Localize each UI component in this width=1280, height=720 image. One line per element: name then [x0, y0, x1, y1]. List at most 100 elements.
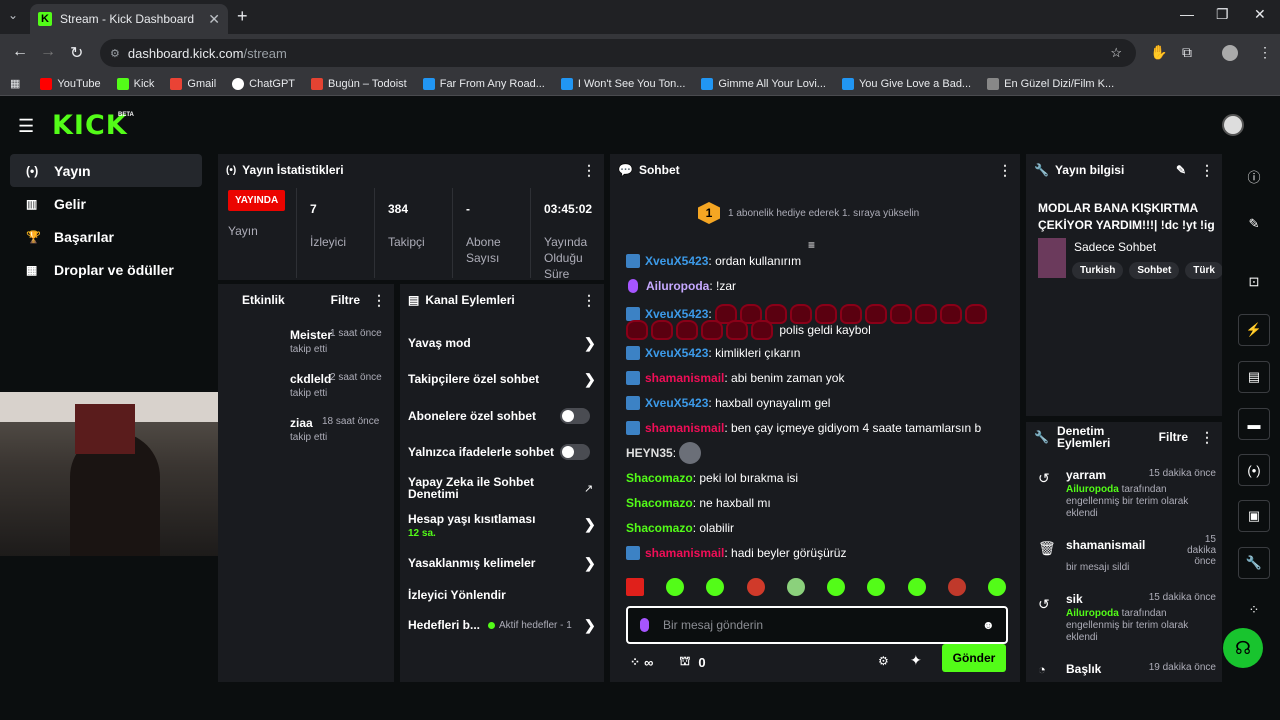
forward-icon[interactable]: →	[40, 43, 56, 61]
more-options-icon[interactable]: ⋮	[372, 292, 386, 309]
address-bar[interactable]: ⚙ dashboard.kick.com/stream ☆	[100, 39, 1136, 67]
bookmark-star-icon[interactable]: ☆	[1110, 45, 1122, 61]
bookmark-gmail[interactable]: Gmail	[170, 77, 216, 90]
user-card-icon[interactable]: ◔	[1038, 662, 1046, 677]
moderation-header: 🔧 Denetim Eylemleri Filtre ⋮	[1026, 422, 1222, 452]
raid-button[interactable]: İzleyici Yönlendir	[408, 588, 598, 602]
bookmark-chatgpt[interactable]: ChatGPT	[232, 77, 295, 90]
bookmark-song-4[interactable]: You Give Love a Bad...	[841, 77, 971, 90]
emotes-only-toggle[interactable]	[560, 444, 590, 460]
moderation-filter-button[interactable]: Filtre	[1159, 430, 1188, 444]
gift-leaderboard-banner[interactable]: 1 1 abonelik hediye ederek 1. sıraya yük…	[698, 202, 919, 224]
sidebar-item-achievements[interactable]: 🏆 Başarılar	[10, 220, 202, 253]
wrench-icon: 🔧	[1034, 163, 1049, 177]
tag-chip[interactable]: Sohbet	[1129, 262, 1180, 279]
external-link-icon[interactable]: ↗	[584, 482, 593, 495]
extensions-puzzle-icon[interactable]: ⧉	[1182, 44, 1192, 61]
support-headset-icon[interactable]: ☊	[1223, 628, 1263, 668]
undo-icon[interactable]: ↺	[1038, 596, 1050, 613]
bookmark-song-2[interactable]: I Won't See You Ton...	[560, 77, 685, 90]
more-options-icon[interactable]: ⋮	[1200, 429, 1214, 446]
minimize-icon[interactable]: —	[1180, 6, 1194, 22]
chat-input[interactable]: Bir mesaj gönderin ☻	[626, 606, 1008, 644]
chevron-right-icon: ❯	[584, 554, 596, 571]
gift-icon[interactable]: ⛫	[679, 654, 690, 670]
broadcast-icon[interactable]: (•)	[1238, 454, 1270, 486]
back-icon[interactable]: ←	[12, 43, 28, 61]
video-icon[interactable]: ▣	[1238, 500, 1270, 532]
profile-avatar-icon[interactable]	[1222, 45, 1238, 61]
sidebar-item-drops[interactable]: ▦ Droplar ve ödüller	[10, 253, 202, 286]
emoji-picker-icon[interactable]: ☻	[982, 618, 995, 632]
emote-icon[interactable]	[746, 578, 765, 596]
more-options-icon[interactable]: ⋮	[1200, 162, 1214, 179]
emote-icon[interactable]	[706, 578, 725, 596]
sidebar-item-revenue[interactable]: ▥ Gelir	[10, 187, 202, 220]
stream-title: MODLAR BANA KIŞKIRTMA ÇEKİYOR YARDIM!!!|…	[1038, 201, 1215, 232]
bookmark-song-3[interactable]: Gimme All Your Lovi...	[701, 77, 826, 90]
wrench-icon[interactable]: 🔧	[1238, 547, 1270, 579]
emote-icon[interactable]	[666, 578, 685, 596]
kick-badge-icon	[626, 346, 640, 360]
hamburger-menu-icon[interactable]: ☰	[18, 116, 34, 137]
more-options-icon[interactable]: ⋮	[582, 162, 596, 179]
emote-icon[interactable]	[947, 578, 966, 596]
document-icon	[701, 77, 714, 90]
more-options-icon[interactable]: ⋮	[998, 162, 1012, 179]
bookmark-todoist[interactable]: Bugün – Todoist	[311, 77, 407, 90]
browser-menu-icon[interactable]: ⋮	[1258, 44, 1272, 61]
emote-icon[interactable]	[907, 578, 926, 596]
banned-words-button[interactable]: Yasaklanmış kelimeler ❯	[408, 554, 598, 571]
emote-icon[interactable]	[987, 578, 1006, 596]
bookmark-song-1[interactable]: Far From Any Road...	[422, 77, 545, 90]
chat-icon[interactable]: ▬	[1238, 408, 1270, 440]
edit-pencil-icon[interactable]: ✎	[1176, 163, 1186, 177]
send-button[interactable]: Gönder	[942, 644, 1006, 672]
tab-close-icon[interactable]: ✕	[208, 11, 220, 28]
user-avatar[interactable]	[1222, 114, 1244, 136]
screenshot-icon[interactable]: ⊡	[1238, 266, 1270, 298]
emote-icon[interactable]	[786, 578, 805, 596]
apps-grid-icon[interactable]: ▦	[10, 77, 20, 90]
window-close-icon[interactable]: ✕	[1254, 6, 1266, 23]
tickets-icon[interactable]: ✦	[910, 652, 922, 669]
lightning-icon[interactable]: ⚡	[1238, 314, 1270, 346]
maximize-icon[interactable]: ❐	[1216, 6, 1229, 23]
emote-icon[interactable]	[827, 578, 846, 596]
new-tab-icon[interactable]: +	[237, 6, 248, 27]
edit-pencil-icon[interactable]: ✎	[1238, 208, 1270, 240]
emote-icon[interactable]	[626, 578, 644, 596]
tag-chip[interactable]: Turkish	[1072, 262, 1124, 279]
mic-icon[interactable]	[640, 618, 649, 632]
more-apps-icon[interactable]: ⁘	[1238, 594, 1270, 626]
points-icon[interactable]: ⁘	[630, 655, 640, 669]
followers-only-button[interactable]: Takipçilere özel sohbet ❯	[408, 371, 598, 387]
extension-icon[interactable]: ✋	[1150, 44, 1167, 61]
bookmark-kick[interactable]: Kick	[116, 77, 154, 90]
bookmark-films[interactable]: En Güzel Dizi/Film K...	[987, 77, 1114, 90]
tab-search-icon[interactable]: ⌄	[8, 8, 18, 22]
emote-icon[interactable]	[867, 578, 886, 596]
browser-tab[interactable]: K Stream - Kick Dashboard ✕	[30, 4, 228, 34]
reload-icon[interactable]: ↻	[70, 43, 83, 63]
ai-moderation-button[interactable]: Yapay Zeka ile Sohbet Denetimi	[408, 476, 548, 500]
pinned-filter-icon[interactable]: ≡	[808, 238, 815, 252]
settings-gear-icon[interactable]: ⚙	[878, 654, 889, 668]
notes-icon[interactable]: ▤	[1238, 361, 1270, 393]
undo-icon[interactable]: ↺	[1038, 470, 1050, 487]
trash-icon[interactable]: 🗑	[1038, 540, 1056, 557]
bookmark-youtube[interactable]: YouTube	[40, 77, 101, 90]
subs-only-toggle[interactable]	[560, 408, 590, 424]
kick-logo[interactable]: KICK	[52, 110, 128, 141]
chat-title: Sohbet	[638, 163, 680, 177]
slow-mode-button[interactable]: Yavaş mod ❯	[408, 335, 598, 351]
sidebar-item-stream[interactable]: (•) Yayın	[10, 154, 202, 187]
more-options-icon[interactable]: ⋮	[582, 292, 596, 309]
tag-chip[interactable]: Türk	[1185, 262, 1222, 279]
category-name[interactable]: Sadece Sohbet	[1074, 240, 1156, 254]
category-thumbnail[interactable]	[1038, 238, 1066, 278]
account-age-button[interactable]: Hesap yaşı kısıtlaması ❯	[408, 512, 598, 532]
site-info-icon[interactable]: ⚙	[110, 47, 120, 60]
activity-filter-button[interactable]: Filtre	[331, 293, 360, 307]
info-icon[interactable]: ⓘ	[1238, 160, 1270, 192]
